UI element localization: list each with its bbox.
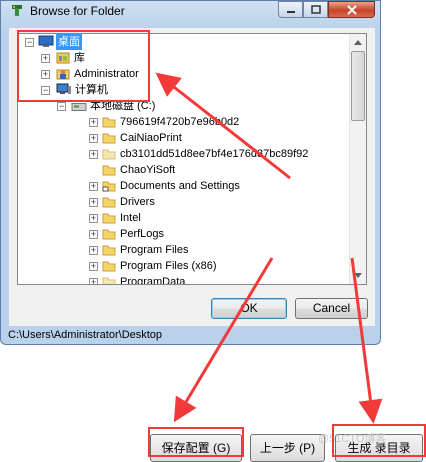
annotation-arrows [155,72,383,424]
annotation-arrow [350,257,383,424]
annotation-arrow [155,72,291,180]
annotation-arrow [173,257,274,423]
